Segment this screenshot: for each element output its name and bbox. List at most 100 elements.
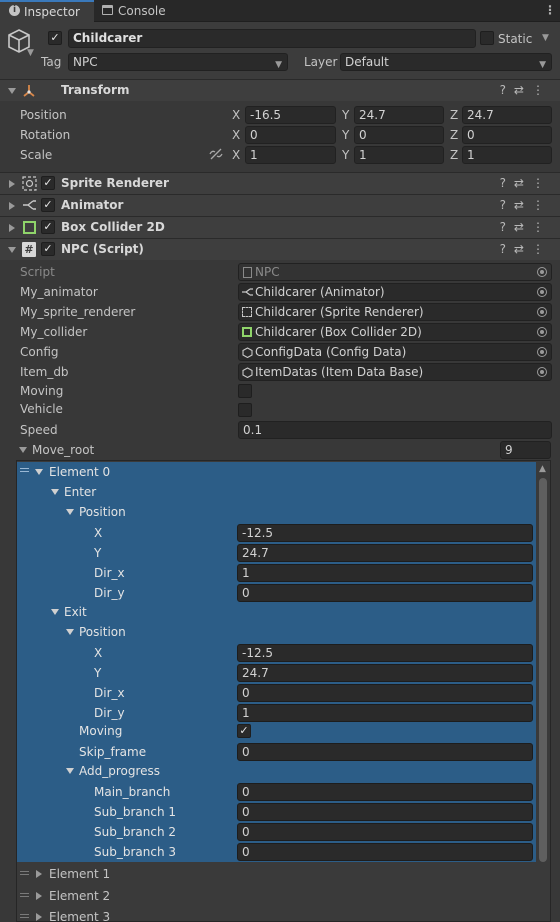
tag-dropdown[interactable]: NPC ▼ <box>68 53 288 71</box>
object-name-field[interactable]: Childcarer <box>68 29 476 48</box>
rotation-z-field[interactable]: 0 <box>462 126 552 144</box>
scale-y-label: Y <box>342 148 350 162</box>
scale-z-field[interactable]: 1 <box>462 146 552 164</box>
scale-y-field[interactable]: 1 <box>354 146 444 164</box>
config-field[interactable]: ConfigData (Config Data) <box>238 343 552 361</box>
position-y-label: Y <box>342 108 350 122</box>
npc-script-enabled-checkbox[interactable]: ✓ <box>41 242 55 256</box>
enter-x-field[interactable]: -12.5 <box>237 524 533 542</box>
drag-handle-icon[interactable] <box>20 914 29 918</box>
element-0-selected[interactable]: Element 0 Enter Position X -12.5 Y 24.7 … <box>17 462 536 862</box>
sub-branch-3-field[interactable]: 0 <box>237 843 533 861</box>
sprite-renderer-ref-icon <box>242 307 252 317</box>
list-item[interactable]: Element 1 <box>17 864 536 884</box>
object-picker-icon[interactable] <box>537 347 547 357</box>
element-1-foldout-icon[interactable] <box>36 870 42 878</box>
transform-foldout-icon[interactable] <box>8 88 16 94</box>
component-actions[interactable]: ?⇄⋮ <box>500 220 552 234</box>
npc-script-foldout-icon[interactable] <box>8 247 16 253</box>
box-collider-header[interactable]: ✓ Box Collider 2D ?⇄⋮ <box>0 216 560 238</box>
scroll-up-icon[interactable]: ▲ <box>539 464 546 474</box>
object-picker-icon[interactable] <box>537 367 547 377</box>
my-sprite-renderer-field[interactable]: Childcarer (Sprite Renderer) <box>238 303 552 321</box>
main-branch-field[interactable]: 0 <box>237 783 533 801</box>
npc-script-header[interactable]: # ✓ NPC (Script) ?⇄⋮ <box>0 238 560 260</box>
add-progress-foldout-icon[interactable] <box>66 768 74 774</box>
animator-header[interactable]: ✓ Animator ?⇄⋮ <box>0 194 560 216</box>
animator-foldout-icon[interactable] <box>9 202 15 210</box>
enter-y-label: Y <box>94 546 102 560</box>
drag-handle-icon[interactable] <box>20 893 29 897</box>
sprite-renderer-enabled-checkbox[interactable]: ✓ <box>41 176 55 190</box>
list-item[interactable]: Element 3 <box>17 907 536 922</box>
object-picker-icon[interactable] <box>537 327 547 337</box>
enter-label: Enter <box>64 485 97 499</box>
position-x-field[interactable]: -16.5 <box>245 106 336 124</box>
component-actions[interactable]: ?⇄⋮ <box>500 176 552 190</box>
exit-dir-x-field[interactable]: 0 <box>237 684 533 702</box>
sub-branch-2-field[interactable]: 0 <box>237 823 533 841</box>
position-z-field[interactable]: 24.7 <box>462 106 552 124</box>
exit-position-foldout-icon[interactable] <box>66 629 74 635</box>
tab-inspector[interactable]: i Inspector <box>0 0 94 22</box>
element-2-foldout-icon[interactable] <box>36 892 42 900</box>
position-y-field[interactable]: 24.7 <box>354 106 444 124</box>
list-scrollbar[interactable]: ▲ <box>536 462 550 920</box>
element-moving-checkbox[interactable]: ✓ <box>237 724 251 738</box>
static-checkbox[interactable] <box>480 31 494 45</box>
box-collider-foldout-icon[interactable] <box>9 224 15 232</box>
skip-frame-field[interactable]: 0 <box>237 743 533 761</box>
tab-console[interactable]: Console <box>96 0 186 22</box>
scale-x-field[interactable]: 1 <box>245 146 336 164</box>
icon-dropdown-icon[interactable]: ▼ <box>27 48 34 58</box>
component-actions[interactable]: ?⇄⋮ <box>500 198 552 212</box>
vehicle-label: Vehicle <box>20 402 63 416</box>
drag-handle-icon[interactable] <box>20 468 29 472</box>
list-item[interactable]: Element 2 <box>17 886 536 906</box>
exit-dir-y-field[interactable]: 1 <box>237 704 533 722</box>
sprite-renderer-foldout-icon[interactable] <box>9 180 15 188</box>
transform-header[interactable]: Transform ?⇄⋮ <box>0 79 560 101</box>
move-root-foldout-icon[interactable] <box>19 447 27 453</box>
vehicle-checkbox[interactable] <box>238 403 252 417</box>
element-3-foldout-icon[interactable] <box>36 913 42 921</box>
rotation-y-field[interactable]: 0 <box>354 126 444 144</box>
object-picker-icon[interactable] <box>537 307 547 317</box>
transform-title: Transform <box>61 83 130 97</box>
move-root-size-field[interactable]: 9 <box>500 441 551 459</box>
component-actions[interactable]: ?⇄⋮ <box>500 83 552 97</box>
enter-foldout-icon[interactable] <box>51 489 59 495</box>
element-moving-label: Moving <box>79 724 123 738</box>
sprite-renderer-header[interactable]: ✓ Sprite Renderer ?⇄⋮ <box>0 172 560 194</box>
my-animator-field[interactable]: Childcarer (Animator) <box>238 283 552 301</box>
more-menu-icon[interactable]: ⋮ <box>544 2 556 18</box>
layer-dropdown[interactable]: Default ▼ <box>340 53 552 71</box>
object-active-checkbox[interactable]: ✓ <box>48 31 62 45</box>
item-db-field[interactable]: ItemDatas (Item Data Base) <box>238 363 552 381</box>
element-3-label: Element 3 <box>49 910 111 922</box>
exit-y-field[interactable]: 24.7 <box>237 664 533 682</box>
enter-position-foldout-icon[interactable] <box>66 509 74 515</box>
script-field: NPC <box>238 263 552 281</box>
static-dropdown-icon[interactable]: ▼ <box>542 33 549 43</box>
scriptable-object-icon <box>242 347 253 358</box>
component-actions[interactable]: ?⇄⋮ <box>500 242 552 256</box>
layer-chevron-icon: ▼ <box>539 60 546 70</box>
object-picker-icon[interactable] <box>537 287 547 297</box>
speed-field[interactable]: 0.1 <box>238 421 552 439</box>
my-collider-field[interactable]: Childcarer (Box Collider 2D) <box>238 323 552 341</box>
animator-enabled-checkbox[interactable]: ✓ <box>41 198 55 212</box>
box-collider-enabled-checkbox[interactable]: ✓ <box>41 220 55 234</box>
sub-branch-1-field[interactable]: 0 <box>237 803 533 821</box>
moving-checkbox[interactable] <box>238 384 252 398</box>
element-0-foldout-icon[interactable] <box>35 469 43 475</box>
constrain-proportions-icon[interactable] <box>209 148 223 160</box>
enter-y-field[interactable]: 24.7 <box>237 544 533 562</box>
drag-handle-icon[interactable] <box>20 871 29 875</box>
rotation-x-field[interactable]: 0 <box>245 126 336 144</box>
enter-dir-x-field[interactable]: 1 <box>237 564 533 582</box>
exit-x-field[interactable]: -12.5 <box>237 644 533 662</box>
scrollbar-thumb[interactable] <box>539 478 547 862</box>
exit-foldout-icon[interactable] <box>51 609 59 615</box>
enter-dir-y-field[interactable]: 0 <box>237 584 533 602</box>
